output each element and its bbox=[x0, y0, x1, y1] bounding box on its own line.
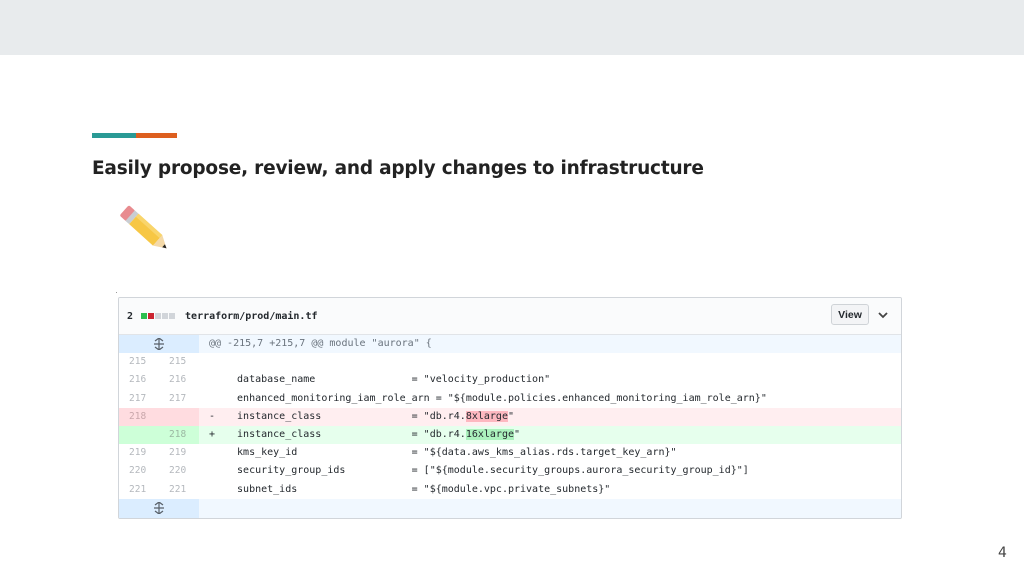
diff-line: 215 215 bbox=[119, 353, 901, 371]
line-code: security_group_ids = ["${module.security… bbox=[225, 465, 749, 477]
stray-dot bbox=[116, 292, 117, 293]
line-sign bbox=[199, 390, 225, 408]
old-line-number[interactable]: 216 bbox=[119, 371, 159, 389]
hunk-footer-row bbox=[119, 498, 901, 518]
new-line-number[interactable]: 219 bbox=[159, 444, 199, 462]
line-sign bbox=[199, 444, 225, 462]
new-line-number[interactable]: 216 bbox=[159, 371, 199, 389]
accent-bar-orange bbox=[136, 133, 177, 138]
accent-bar-teal bbox=[92, 133, 136, 138]
old-line-number[interactable]: 217 bbox=[119, 390, 159, 408]
line-sign bbox=[199, 481, 225, 499]
diff-file-header: 2 terraform/prod/main.tf View bbox=[119, 298, 901, 335]
added-highlight: 16xlarge bbox=[465, 428, 514, 440]
diff-line: 221 221 subnet_ids = "${module.vpc.priva… bbox=[119, 481, 901, 499]
slide-title: Easily propose, review, and apply change… bbox=[92, 158, 704, 179]
diff-line: 217 217 enhanced_monitoring_iam_role_arn… bbox=[119, 390, 901, 408]
pencil-icon bbox=[120, 205, 167, 249]
code-prefix: instance_class = "db.r4. bbox=[225, 428, 466, 440]
diff-line: 220 220 security_group_ids = ["${module.… bbox=[119, 462, 901, 480]
page-number: 4 bbox=[998, 545, 1007, 561]
line-code: database_name = "velocity_production" bbox=[225, 374, 551, 386]
old-line-number[interactable]: 218 bbox=[119, 407, 159, 426]
file-path[interactable]: terraform/prod/main.tf bbox=[185, 311, 317, 322]
diff-change-count: 2 bbox=[127, 310, 134, 322]
top-band bbox=[0, 0, 1024, 55]
deleted-highlight: 8xlarge bbox=[465, 410, 508, 422]
new-line-number[interactable]: 215 bbox=[159, 353, 199, 371]
code-suffix: " bbox=[507, 410, 515, 422]
old-line-number[interactable]: 220 bbox=[119, 462, 159, 480]
line-sign: - bbox=[209, 410, 216, 422]
old-line-number[interactable] bbox=[119, 425, 159, 445]
new-line-number[interactable] bbox=[159, 407, 199, 426]
hunk-header-text: @@ -215,7 +215,7 @@ module "aurora" { bbox=[209, 338, 432, 349]
new-line-number[interactable]: 221 bbox=[159, 481, 199, 499]
code-suffix: " bbox=[514, 428, 521, 440]
code-prefix: instance_class = "db.r4. bbox=[225, 410, 466, 422]
line-sign bbox=[199, 371, 225, 389]
line-code: kms_key_id = "${data.aws_kms_alias.rds.t… bbox=[225, 447, 677, 459]
diff-line-added: 218 + instance_class = "db.r4.16xlarge" bbox=[119, 425, 901, 445]
line-sign bbox=[199, 353, 225, 371]
old-line-number[interactable]: 215 bbox=[119, 353, 159, 371]
line-code: instance_class = "db.r4.16xlarge" bbox=[225, 426, 901, 444]
line-code bbox=[225, 353, 901, 371]
view-button[interactable]: View bbox=[831, 304, 869, 325]
diff-line: 219 219 kms_key_id = "${data.aws_kms_ali… bbox=[119, 444, 901, 462]
line-code: instance_class = "db.r4.8xlarge" bbox=[225, 408, 901, 426]
diff-line: 216 216 database_name = "velocity_produc… bbox=[119, 371, 901, 389]
old-line-number[interactable]: 219 bbox=[119, 444, 159, 462]
line-sign: + bbox=[209, 428, 216, 440]
old-line-number[interactable]: 221 bbox=[119, 481, 159, 499]
unfold-icon[interactable] bbox=[119, 335, 199, 354]
diffstat-blocks bbox=[141, 313, 176, 319]
unfold-icon[interactable] bbox=[119, 498, 199, 518]
new-line-number[interactable]: 217 bbox=[159, 390, 199, 408]
diff-panel: 2 terraform/prod/main.tf View @@ -215,7 … bbox=[118, 297, 902, 519]
hunk-header-row: @@ -215,7 +215,7 @@ module "aurora" { bbox=[119, 335, 901, 354]
line-code: subnet_ids = "${module.vpc.private_subne… bbox=[225, 483, 611, 495]
diff-line-deleted: 218 - instance_class = "db.r4.8xlarge" bbox=[119, 407, 901, 426]
line-sign bbox=[199, 462, 225, 480]
new-line-number[interactable]: 218 bbox=[159, 425, 199, 445]
chevron-down-icon[interactable] bbox=[876, 309, 890, 321]
line-code: enhanced_monitoring_iam_role_arn = "${mo… bbox=[225, 392, 767, 404]
new-line-number[interactable]: 220 bbox=[159, 462, 199, 480]
